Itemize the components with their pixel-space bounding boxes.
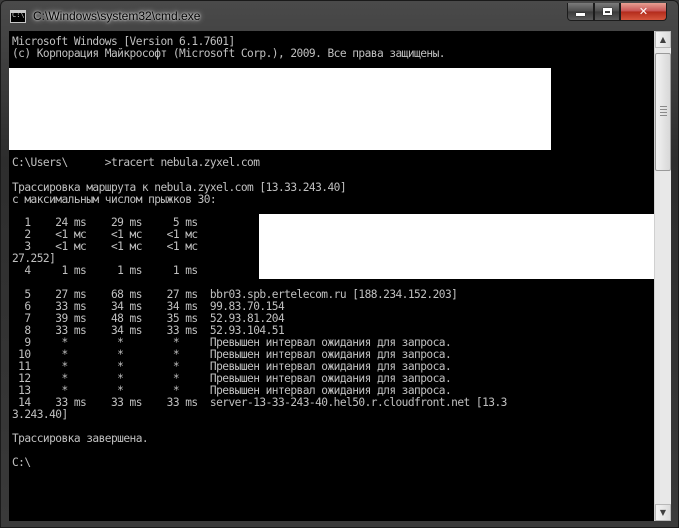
vertical-scrollbar[interactable]: ▲ ▼ [654, 31, 671, 521]
title-bar[interactable]: C:\ C:\Windows\system32\cmd.exe ✕ [1, 1, 678, 31]
scrollbar-thumb[interactable] [655, 53, 671, 171]
redacted-area [259, 214, 654, 279]
close-button[interactable]: ✕ [620, 3, 667, 21]
maximize-icon [602, 8, 612, 15]
console-line: с максимальным числом прыжков 30: [12, 193, 217, 206]
redacted-area [9, 68, 551, 150]
grip-icon [660, 106, 667, 118]
minimize-icon [576, 13, 585, 16]
window-title: C:\Windows\system32\cmd.exe [33, 9, 201, 23]
console-line: 3.243.40] [12, 408, 68, 421]
console-line: (c) Корпорация Майкрософт (Microsoft Cor… [12, 47, 446, 60]
console-line: 14 33 ms 33 ms 33 ms server-13-33-243-40… [12, 396, 507, 409]
arrow-down-icon: ▼ [659, 508, 667, 517]
console-line: 4 1 ms 1 ms 1 ms [12, 264, 198, 277]
close-icon: ✕ [638, 5, 649, 18]
scroll-down-button[interactable]: ▼ [655, 504, 671, 521]
arrow-up-icon: ▲ [659, 35, 667, 44]
maximize-button[interactable] [594, 3, 620, 21]
console-line: Трассировка завершена. [12, 432, 149, 445]
minimize-button[interactable] [567, 3, 594, 21]
console-output[interactable]: Microsoft Windows [Version 6.1.7601] (c)… [9, 31, 654, 521]
scroll-up-button[interactable]: ▲ [655, 31, 671, 48]
cmd-app-icon[interactable]: C:\ [10, 10, 26, 23]
console-prompt: C:\ [12, 456, 31, 469]
cmd-window: C:\ C:\Windows\system32\cmd.exe ✕ Micros… [0, 0, 679, 528]
console-line: C:\Users\ >tracert nebula.zyxel.com [12, 156, 260, 169]
